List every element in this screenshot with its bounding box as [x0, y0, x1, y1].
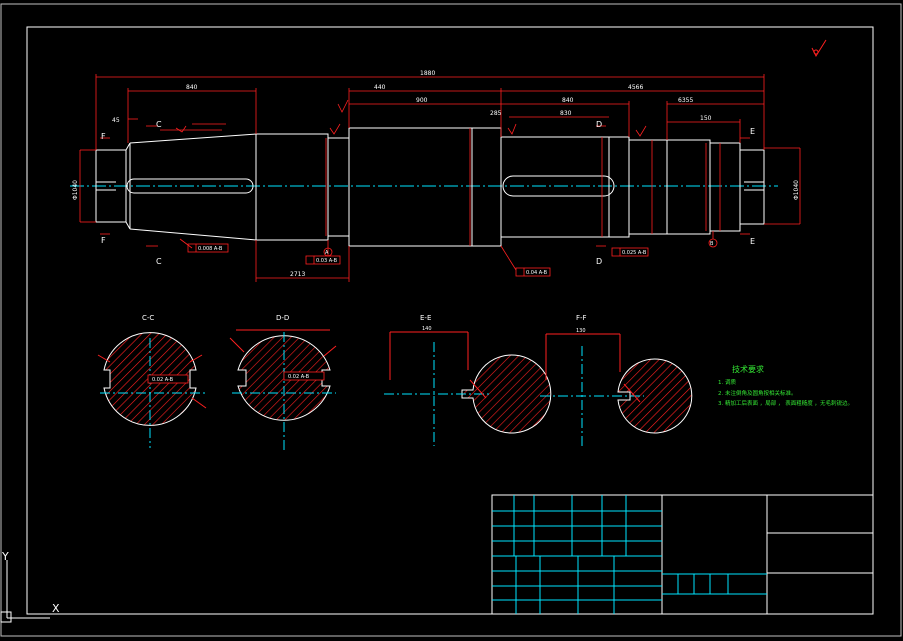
cut-e-top: E: [750, 127, 755, 136]
section-d-dim: 0.02 A-B: [288, 374, 310, 380]
dim-overall: 1880: [420, 70, 435, 77]
tol-center2: 0.04 A-B: [526, 270, 548, 276]
dim-bottom: 2713: [290, 271, 305, 278]
cut-c-bottom: C: [156, 257, 162, 266]
cut-d-top: D: [596, 120, 602, 129]
cut-c-top: C: [156, 120, 162, 129]
ucs-x-label: X: [52, 602, 60, 615]
section-f-label: F-F: [576, 314, 587, 322]
section-view-d: D-D 0.02 A-B: [229, 314, 337, 450]
section-c-label: C-C: [142, 314, 154, 322]
sheet-outer-border: [0, 3, 902, 637]
section-e-dim: 140: [422, 326, 432, 332]
tol-center: 0.03 A-B: [316, 258, 338, 264]
title-block: [491, 494, 874, 615]
datum-a-label: A: [325, 250, 329, 256]
cut-f-top: F: [101, 132, 106, 141]
ucs-icon: Y X: [0, 550, 60, 623]
dia-right: Φ1040: [793, 180, 800, 200]
section-e-label: E-E: [420, 314, 431, 322]
dim-right3: 6355: [678, 97, 693, 104]
dim-right5: 830: [560, 110, 572, 117]
cut-f-bottom: F: [101, 236, 106, 245]
roughness-symbol-general: [811, 39, 827, 58]
ucs-y-label: Y: [1, 550, 9, 563]
notes-line-3: 3. 精加工后表面 ，局部 ， 表面粗糙度 ，无毛刺锐边。: [718, 399, 853, 407]
datum-b-label: B: [710, 241, 714, 247]
dim-mid2: 900: [416, 97, 428, 104]
tol-right: 0.025 A-B: [622, 250, 647, 256]
dia-left: Φ1040: [72, 180, 79, 200]
notes-line-1: 1. 调质: [718, 378, 736, 386]
dim-right: 4566: [628, 84, 643, 91]
cad-drawing-canvas[interactable]: Y X 1880 840 440 900 4566 840 6355 150 8…: [0, 0, 903, 641]
section-f-dim: 130: [576, 328, 586, 334]
section-view-f: F-F 130: [540, 314, 693, 446]
section-c-dim: 0.02 A-B: [152, 377, 174, 383]
section-view-c: C-C 0.02 A-B: [97, 314, 207, 448]
notes-line-2: 2. 未注倒角及圆角按相关标准。: [718, 389, 797, 397]
section-d-label: D-D: [276, 314, 289, 322]
section-view-e: E-E 140: [384, 314, 552, 446]
cut-d-bottom: D: [596, 257, 602, 266]
dim-mid: 440: [374, 84, 386, 91]
dim-right2: 840: [562, 97, 574, 104]
technical-requirements: 技术要求 1. 调质 2. 未注倒角及圆角按相关标准。 3. 精加工后表面 ，局…: [718, 364, 853, 407]
shaft-main-view: 1880 840 440 900 4566 840 6355 150 830 2…: [70, 70, 801, 282]
dim-left: 840: [186, 84, 198, 91]
notes-title: 技术要求: [732, 364, 764, 374]
cut-e-bottom: E: [750, 237, 755, 246]
tol-left: 0.008 A-B: [198, 246, 223, 252]
dim-small: 45: [112, 117, 120, 124]
dim-mid3: 285: [490, 110, 502, 117]
dim-right4: 150: [700, 115, 712, 122]
